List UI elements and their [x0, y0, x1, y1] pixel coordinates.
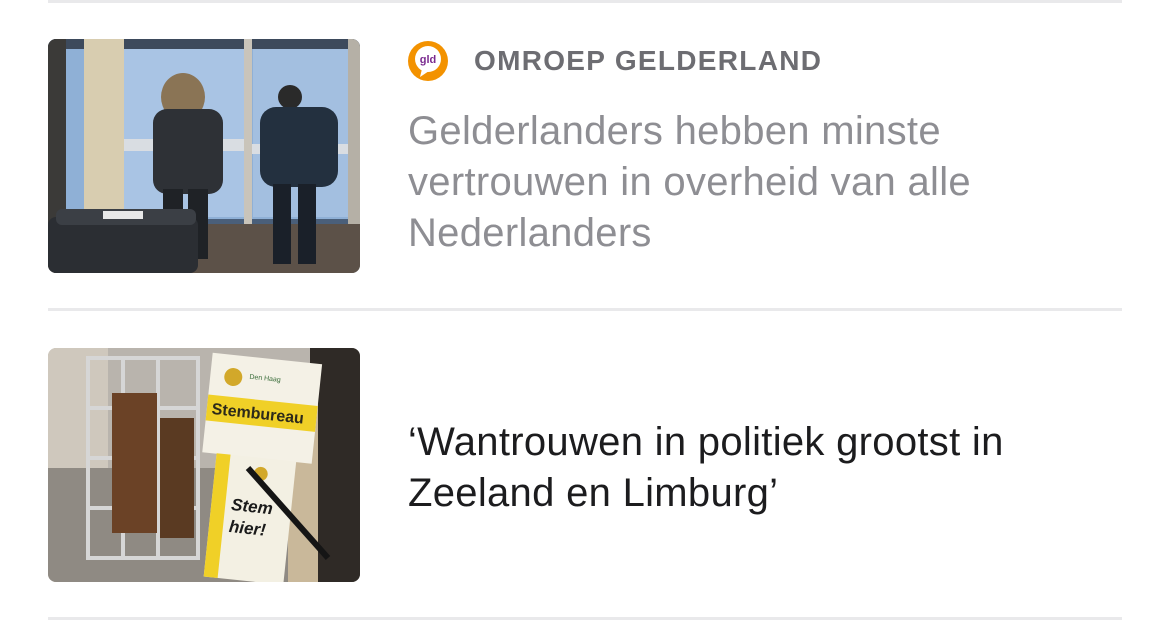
- article-thumbnail[interactable]: Den Haag Stembureau Stem hier!: [48, 348, 360, 582]
- omroep-gelderland-logo-icon: gld: [408, 41, 448, 81]
- voting-booths-photo-icon: [48, 39, 360, 273]
- article-thumbnail[interactable]: [48, 39, 360, 273]
- divider: [48, 617, 1122, 620]
- svg-text:gld: gld: [420, 54, 437, 66]
- divider: [48, 308, 1122, 311]
- divider-top: [48, 0, 1122, 3]
- article-headline[interactable]: Gelderlanders hebben minste vertrouwen i…: [408, 106, 1108, 259]
- source-name: OMROEP GELDERLAND: [474, 45, 823, 76]
- svg-text:hier!: hier!: [228, 517, 267, 540]
- article-card[interactable]: gld OMROEP GELDERLAND Gelderlanders hebb…: [48, 39, 1122, 273]
- article-card[interactable]: Den Haag Stembureau Stem hier! ‘Wantrouw…: [48, 348, 1122, 582]
- article-headline[interactable]: ‘Wantrouwen in politiek grootst in Zeela…: [408, 417, 1108, 519]
- stembureau-sign-photo-icon: Den Haag Stembureau Stem hier!: [48, 348, 360, 582]
- source-row[interactable]: gld OMROEP GELDERLAND: [408, 40, 822, 82]
